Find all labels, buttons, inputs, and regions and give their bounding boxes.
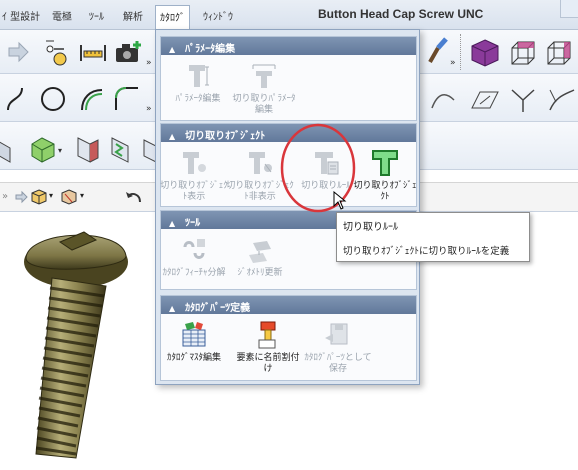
tool-save-as-catalog-part[interactable]: ｶﾀﾛｸﾞﾊﾟｰﾂとして保存 — [303, 320, 373, 375]
curve-tool-icon[interactable] — [430, 88, 456, 114]
cut-block-icon[interactable] — [72, 134, 102, 164]
measure-distance-icon[interactable] — [78, 37, 108, 67]
menu-mold-design[interactable]: ｲ 型設計 — [2, 8, 40, 23]
extrude-dropdown-icon[interactable]: ▾ — [58, 146, 62, 155]
tooltip-description: 切り取りｵﾌﾞｼﾞｪｸﾄに切り取りﾙｰﾙを定義 — [343, 246, 510, 257]
extrude-icon[interactable] — [28, 134, 58, 164]
tool-label: 切り取りｵﾌﾞｼﾞｪｸﾄ表示 — [160, 181, 228, 202]
tool-catalog-master-edit[interactable]: ｶﾀﾛｸﾞﾏｽﾀ編集 — [159, 320, 229, 364]
cut-parameter-edit-icon — [252, 64, 276, 88]
overflow-chevron-icon-2[interactable]: » — [450, 58, 456, 68]
ribbon-separator — [460, 34, 462, 70]
small-chevron-icon[interactable]: » — [2, 191, 8, 202]
menu-catalog[interactable]: ｶﾀﾛｸﾞ — [155, 5, 190, 29]
paint-brush-icon[interactable] — [424, 36, 450, 66]
face-box-icon[interactable] — [544, 38, 574, 68]
section-title: 切り取りｵﾌﾞｼﾞｪｸﾄ — [185, 131, 266, 142]
section-title: ﾊﾟﾗﾒｰﾀ編集 — [185, 44, 236, 55]
mouse-pointer-icon — [333, 191, 347, 210]
view-cube-dropdown-icon[interactable]: ▾ — [49, 191, 53, 200]
wire-box-icon[interactable] — [508, 38, 538, 68]
tool-geometry-update[interactable]: ｼﾞｵﾒﾄﾘ更新 — [225, 235, 295, 279]
section-view-dropdown-icon[interactable]: ▾ — [80, 191, 84, 200]
section-view-icon[interactable] — [60, 188, 78, 206]
screw-3d-model[interactable] — [14, 222, 144, 467]
save-as-catalog-part-icon — [325, 323, 348, 345]
geometry-update-icon — [249, 241, 271, 263]
cut-object-show-icon — [183, 152, 206, 174]
circle-icon[interactable] — [38, 84, 68, 114]
solid-box-icon[interactable] — [470, 38, 500, 68]
tool-label: 要素に名前割付け — [236, 353, 300, 374]
collapse-arrow-icon[interactable]: ▲ — [169, 219, 175, 228]
undo-icon[interactable] — [124, 188, 144, 206]
menu-window[interactable]: ｳｨﾝﾄﾞｳ — [203, 8, 233, 23]
tool-assign-name[interactable]: 要素に名前割付け — [233, 320, 303, 375]
catalog-master-edit-icon — [182, 322, 206, 347]
catalog-feature-decompose-icon — [183, 239, 205, 259]
tool-label: ｶﾀﾛｸﾞﾏｽﾀ編集 — [166, 353, 221, 363]
tool-label: ｶﾀﾛｸﾞﾊﾟｰﾂとして保存 — [304, 353, 372, 374]
step-block-icon[interactable] — [106, 134, 136, 164]
spline-curve-icon[interactable] — [4, 84, 28, 114]
view-cube-icon[interactable] — [30, 188, 48, 206]
menu-electrode[interactable]: 電極 — [52, 8, 72, 23]
corner-tab[interactable] — [560, 0, 578, 18]
menu-analysis[interactable]: 解析 — [123, 8, 143, 23]
camera-add-icon[interactable] — [114, 38, 144, 66]
tooltip: 切り取りﾙｰﾙ 切り取りｵﾌﾞｼﾞｪｸﾄに切り取りﾙｰﾙを定義 — [336, 212, 530, 262]
menu-tools[interactable]: ﾂｰﾙ — [89, 8, 104, 23]
section-title: ｶﾀﾛｸﾞﾊﾟｰﾂ定義 — [185, 303, 251, 314]
section-parameter-edit: ▲ ﾊﾟﾗﾒｰﾀ編集 ﾊﾟﾗﾒｰﾀ編集 切り取りﾊﾟﾗﾒｰﾀ編集 — [160, 36, 417, 121]
collapse-arrow-icon[interactable]: ▲ — [169, 132, 175, 141]
point-transform-icon[interactable] — [40, 37, 70, 67]
collapse-arrow-icon[interactable]: ▲ — [169, 304, 175, 313]
corner-curve-icon[interactable] — [546, 86, 576, 114]
overflow-chevron-icon[interactable]: » — [146, 58, 152, 68]
tool-label: ｼﾞｵﾒﾄﾘ更新 — [237, 268, 283, 278]
menu-bar: ｲ 型設計 電極 ﾂｰﾙ 解析 ｶﾀﾛｸﾞ ｳｨﾝﾄﾞｳ Button Head… — [0, 0, 578, 30]
tool-cut-parameter-edit[interactable]: 切り取りﾊﾟﾗﾒｰﾀ編集 — [229, 61, 299, 116]
plane-icon[interactable] — [470, 88, 500, 112]
tool-parameter-edit[interactable]: ﾊﾟﾗﾒｰﾀ編集 — [163, 61, 233, 105]
collapse-arrow-icon[interactable]: ▲ — [169, 45, 175, 54]
section-catalog-parts-definition: ▲ ｶﾀﾛｸﾞﾊﾟｰﾂ定義 ｶﾀﾛｸﾞﾏｽﾀ編集 要素に名前割付け ｶﾀﾛｸﾞﾊ… — [160, 295, 417, 381]
tool-label: ｶﾀﾛｸﾞﾌｨｰﾁｬ分解 — [162, 268, 226, 278]
fillet-icon[interactable] — [112, 84, 142, 114]
document-title: Button Head Cap Screw UNC — [318, 7, 484, 21]
cut-object-icon — [372, 150, 398, 176]
tool-catalog-feature-decompose[interactable]: ｶﾀﾛｸﾞﾌｨｰﾁｬ分解 — [159, 235, 229, 279]
tool-label: 切り取りﾊﾟﾗﾒｰﾀ編集 — [232, 94, 296, 115]
tool-label: 切り取りｵﾌﾞｼﾞｪｸﾄ — [353, 181, 417, 202]
section-title: ﾂｰﾙ — [185, 218, 201, 229]
parameter-edit-icon — [189, 65, 209, 87]
section-header[interactable]: ▲ ｶﾀﾛｸﾞﾊﾟｰﾂ定義 — [161, 296, 416, 314]
arrow-right-icon[interactable] — [6, 40, 30, 64]
small-arrow-icon[interactable] — [14, 190, 28, 204]
intersect-icon[interactable] — [508, 86, 538, 114]
section-header[interactable]: ▲ ﾊﾟﾗﾒｰﾀ編集 — [161, 37, 416, 55]
assign-name-icon — [258, 321, 276, 349]
overflow-chevron-icon-3[interactable]: » — [146, 104, 152, 114]
tool-cut-object[interactable]: 切り取りｵﾌﾞｼﾞｪｸﾄ — [353, 148, 417, 203]
solid-feature-icon[interactable] — [0, 134, 16, 164]
tooltip-title: 切り取りﾙｰﾙ — [343, 222, 398, 233]
tool-label: ﾊﾟﾗﾒｰﾀ編集 — [175, 94, 221, 104]
cut-object-hide-icon — [249, 152, 272, 174]
tool-cut-object-show[interactable]: 切り取りｵﾌﾞｼﾞｪｸﾄ表示 — [159, 148, 229, 203]
arc-icon[interactable] — [76, 84, 106, 114]
